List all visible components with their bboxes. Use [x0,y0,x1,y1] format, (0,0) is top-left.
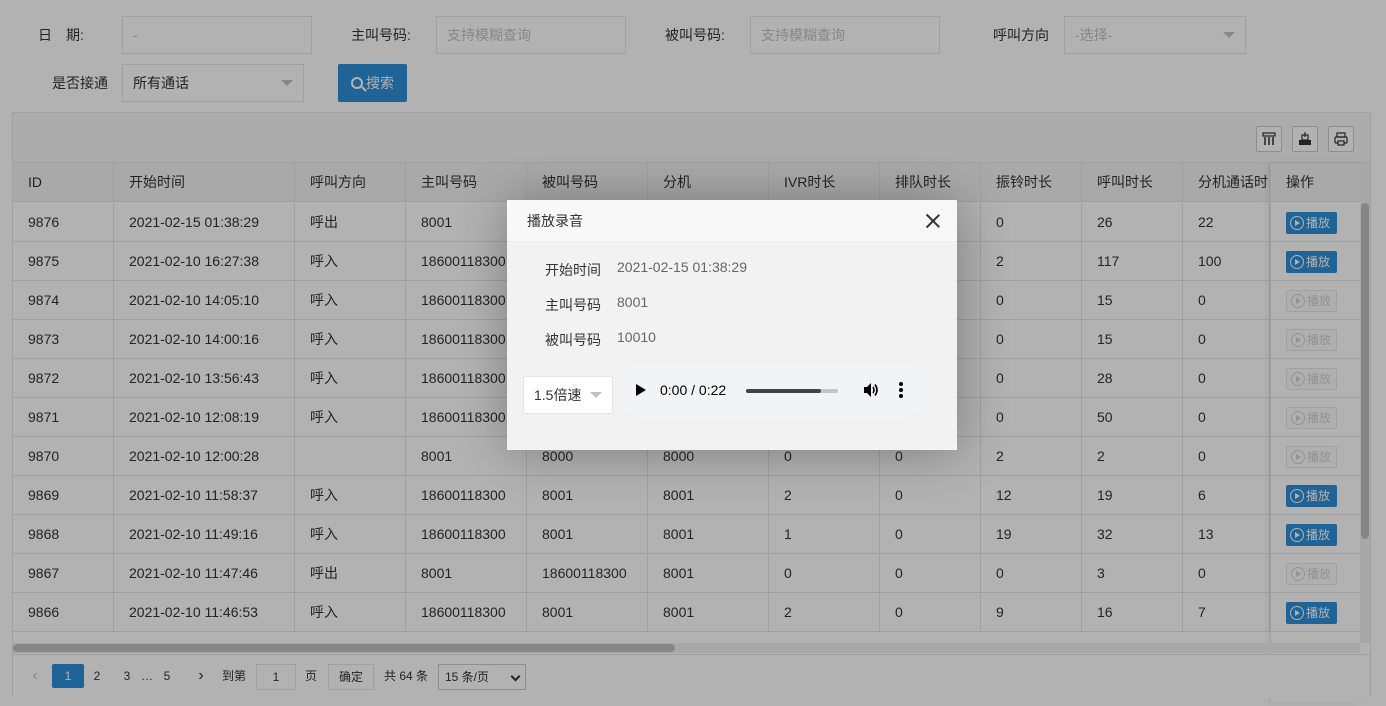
play-recording-dialog: 播放录音 开始时间 2021-02-15 01:38:29 主叫号码 8001 … [507,200,957,450]
start-time-label: 开始时间 [545,262,601,278]
playback-speed-value: 1.5倍速 [534,387,582,403]
volume-icon[interactable] [862,381,880,399]
audio-time: 0:00 / 0:22 [660,382,727,398]
chevron-down-icon [590,392,602,398]
callee-label: 被叫号码 [545,332,601,348]
caller-label: 主叫号码 [545,297,601,313]
audio-buffered-fill [746,389,822,393]
start-time-value: 2021-02-15 01:38:29 [617,259,747,275]
more-options-icon[interactable] [899,382,903,398]
dialog-body: 开始时间 2021-02-15 01:38:29 主叫号码 8001 被叫号码 … [507,242,957,450]
dialog-title: 播放录音 [507,200,957,242]
callee-value: 10010 [617,329,656,345]
play-icon[interactable] [636,384,646,396]
audio-player: 0:00 / 0:22 [619,364,929,418]
dialog-title-text: 播放录音 [527,213,583,229]
close-icon[interactable] [925,213,941,229]
caller-value: 8001 [617,294,649,310]
playback-speed-select[interactable]: 1.5倍速 [523,376,613,414]
audio-progress-track[interactable] [746,389,838,393]
